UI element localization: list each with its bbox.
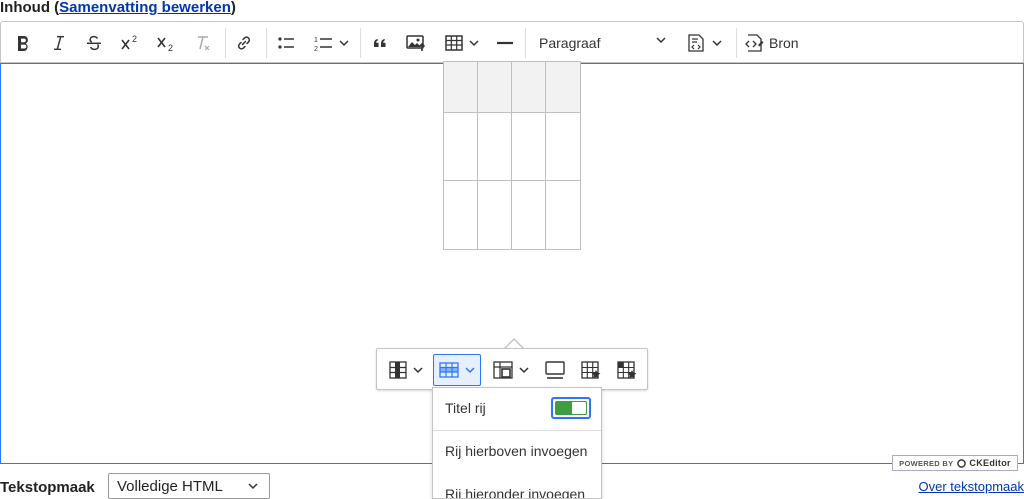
row-dropdown-menu: Titel rij Rij hierboven invoegen Rij hie…: [432, 387, 602, 499]
chevron-down-icon: [656, 37, 666, 44]
field-label-text: Inhoud: [0, 0, 50, 16]
header-row-toggle-item[interactable]: Titel rij: [433, 388, 601, 428]
table-grid: [444, 62, 580, 249]
table-row-icon: [439, 362, 459, 378]
close-paren: ): [230, 0, 236, 16]
table-cell[interactable]: [478, 113, 512, 181]
toolbar-separator: [525, 28, 526, 58]
table-cell[interactable]: [512, 181, 546, 249]
toggle-track: [555, 401, 587, 415]
source-button[interactable]: Bron: [743, 29, 805, 57]
powered-by-ckeditor-badge[interactable]: POWERED BY CKEditor: [892, 455, 1018, 471]
numbered-list-icon[interactable]: 12: [307, 29, 355, 57]
insert-row-below-label: Rij hieronder invoegen: [445, 486, 586, 499]
table-cell[interactable]: [512, 113, 546, 181]
merge-cells-button[interactable]: [487, 354, 535, 386]
remove-format-icon[interactable]: [189, 29, 217, 57]
table-cell[interactable]: [478, 181, 512, 249]
table-properties-icon: [581, 361, 601, 379]
insert-table-icon[interactable]: [439, 29, 485, 57]
toolbar-separator: [360, 28, 361, 58]
chevron-down-icon: [248, 483, 258, 490]
ckeditor-logo-icon: [957, 458, 967, 468]
italic-icon[interactable]: [44, 29, 72, 57]
blockquote-icon[interactable]: [366, 29, 394, 57]
svg-text:2: 2: [314, 46, 318, 52]
editor-toolbar: 2 2 12 Paragraaf Bron: [0, 21, 1024, 63]
table-properties-button[interactable]: [575, 354, 607, 386]
table-header-cell[interactable]: [444, 62, 478, 113]
toolbar-separator: [225, 28, 226, 58]
table-header-cell[interactable]: [546, 62, 580, 113]
chevron-down-icon: [339, 40, 349, 47]
insert-row-below-item[interactable]: Rij hieronder invoegen: [433, 474, 601, 499]
table-cell[interactable]: [444, 113, 478, 181]
header-row-toggle[interactable]: [551, 397, 591, 419]
table-column-button[interactable]: [382, 354, 430, 386]
table-column-icon: [389, 361, 407, 379]
merge-cells-icon: [493, 361, 513, 379]
table-caption-icon: [545, 361, 565, 379]
cell-properties-button[interactable]: [611, 354, 643, 386]
insert-image-icon[interactable]: [401, 29, 431, 57]
text-format-select[interactable]: Volledige HTML: [108, 473, 270, 499]
svg-text:2: 2: [132, 34, 137, 44]
chevron-down-icon: [519, 367, 529, 374]
source-label: Bron: [769, 35, 799, 51]
powered-by-brand: CKEditor: [969, 458, 1011, 468]
chevron-down-icon: [465, 367, 475, 374]
subscript-icon[interactable]: 2: [151, 29, 181, 57]
header-row-label: Titel rij: [445, 400, 486, 416]
field-label: Inhoud (Samenvatting bewerken): [0, 0, 236, 16]
link-icon[interactable]: [230, 29, 258, 57]
bulleted-list-icon[interactable]: [272, 29, 300, 57]
horizontal-line-icon[interactable]: [491, 29, 519, 57]
text-format-selected: Volledige HTML: [117, 477, 223, 495]
svg-text:2: 2: [168, 43, 173, 52]
svg-text:1: 1: [314, 37, 318, 44]
code-block-icon[interactable]: [681, 29, 727, 57]
table-row-button[interactable]: [433, 354, 481, 386]
toolbar-separator: [266, 28, 267, 58]
insert-row-above-item[interactable]: Rij hierboven invoegen: [433, 431, 601, 471]
summary-edit-link[interactable]: Samenvatting bewerken: [59, 0, 231, 16]
chevron-down-icon: [413, 367, 423, 374]
chevron-down-icon: [712, 40, 722, 47]
table-cell[interactable]: [444, 181, 478, 249]
chevron-down-icon: [469, 40, 479, 47]
toggle-knob: [571, 401, 587, 415]
superscript-icon[interactable]: 2: [115, 29, 145, 57]
toolbar-separator: [736, 28, 737, 58]
table-widget[interactable]: [443, 61, 581, 250]
cell-properties-icon: [617, 361, 637, 379]
table-cell[interactable]: [546, 113, 580, 181]
source-icon: [745, 34, 764, 52]
heading-dropdown-label: Paragraaf: [539, 35, 601, 51]
table-header-cell[interactable]: [478, 62, 512, 113]
heading-dropdown[interactable]: Paragraaf: [531, 29, 673, 57]
bold-icon[interactable]: [9, 29, 37, 57]
table-header-cell[interactable]: [512, 62, 546, 113]
table-caption-button[interactable]: [539, 354, 571, 386]
table-cell[interactable]: [546, 181, 580, 249]
powered-by-prefix: POWERED BY: [899, 458, 954, 468]
about-text-format-link[interactable]: Over tekstopmaak: [919, 479, 1024, 494]
strikethrough-icon[interactable]: [80, 29, 108, 57]
insert-row-above-label: Rij hierboven invoegen: [445, 443, 588, 459]
table-contextual-toolbar: [376, 348, 648, 390]
text-format-label: Tekstopmaak: [0, 479, 95, 496]
